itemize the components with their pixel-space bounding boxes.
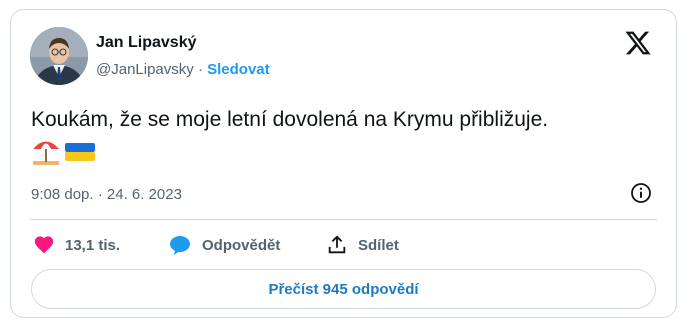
reply-button[interactable]: Odpovědět — [168, 234, 280, 256]
ukraine-flag-icon — [65, 143, 95, 161]
tweet-timestamp[interactable]: 9:08 dop. · 24. 6. 2023 — [31, 186, 182, 203]
read-replies-label: Přečíst 945 odpovědí — [268, 280, 419, 298]
author-handle-row: @JanLipavsky · Sledovat — [96, 61, 270, 78]
like-button[interactable]: 13,1 tis. — [33, 234, 120, 256]
avatar[interactable] — [30, 27, 88, 85]
share-button[interactable]: Sdílet — [326, 234, 399, 256]
follow-button[interactable]: Sledovat — [207, 61, 270, 78]
divider — [30, 219, 657, 220]
reply-label: Odpovědět — [202, 236, 281, 254]
author-handle[interactable]: @JanLipavsky — [96, 61, 194, 78]
share-icon — [328, 235, 346, 254]
author-name[interactable]: Jan Lipavský — [96, 34, 197, 52]
beach-umbrella-icon — [33, 141, 59, 165]
info-icon[interactable] — [629, 181, 653, 205]
x-logo-icon[interactable] — [624, 29, 652, 57]
tweet-card: Jan Lipavský @JanLipavsky · Sledovat Kou… — [10, 9, 677, 318]
like-count: 13,1 tis. — [65, 236, 121, 254]
read-replies-button[interactable]: Přečíst 945 odpovědí — [31, 269, 656, 309]
handle-separator: · — [197, 61, 203, 78]
share-label: Sdílet — [358, 236, 399, 254]
tweet-text: Koukám, že se moje letní dovolená na Kry… — [31, 108, 549, 131]
tweet-emojis — [31, 138, 96, 166]
reply-bubble-icon — [170, 236, 190, 255]
avatar-image — [30, 27, 88, 85]
heart-icon — [34, 236, 54, 254]
